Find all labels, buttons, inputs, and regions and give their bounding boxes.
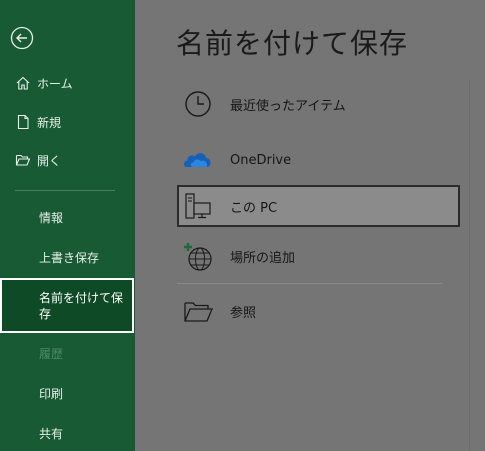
clock-icon [185, 91, 211, 117]
sidebar-item-save-as[interactable]: 名前を付けて保存 [0, 278, 134, 333]
location-this-pc[interactable]: この PC [177, 185, 460, 227]
backstage-sidebar: ホーム 新規 開く 情報 上書き保存 名前を付けて保存 履歴 印刷 共有 [0, 0, 135, 451]
sidebar-item-share[interactable]: 共有 [0, 420, 135, 446]
column-divider [469, 80, 470, 451]
sidebar-item-info[interactable]: 情報 [0, 204, 135, 230]
this-pc-icon [185, 193, 211, 219]
sidebar-item-label: 共有 [39, 426, 64, 441]
location-label: 参照 [230, 305, 257, 321]
sidebar-item-label: ホーム [37, 76, 73, 91]
location-onedrive[interactable]: OneDrive [177, 139, 460, 181]
location-label: 場所の追加 [230, 250, 296, 266]
page-title: 名前を付けて保存 [176, 27, 409, 60]
location-add-place[interactable]: 場所の追加 [177, 235, 460, 277]
home-icon [16, 76, 30, 90]
sidebar-item-home[interactable]: ホーム [0, 70, 135, 96]
sidebar-item-label: 新規 [37, 115, 62, 130]
sidebar-item-print[interactable]: 印刷 [0, 380, 135, 406]
sidebar-item-label: 名前を付けて保存 [39, 291, 124, 321]
sidebar-item-label: 印刷 [39, 386, 64, 401]
browse-folder-icon [184, 302, 213, 322]
open-folder-icon [15, 154, 31, 166]
sidebar-item-label: 上書き保存 [39, 250, 100, 265]
sidebar-item-label: 開く [37, 153, 62, 168]
location-recent[interactable]: 最近使ったアイテム [177, 83, 460, 125]
onedrive-cloud-icon [184, 153, 211, 167]
sidebar-item-new[interactable]: 新規 [0, 109, 135, 135]
location-label: 最近使ったアイテム [230, 98, 346, 114]
sidebar-item-label: 情報 [39, 210, 64, 225]
sidebar-item-label: 履歴 [39, 346, 64, 361]
new-document-icon [17, 114, 29, 130]
sidebar-item-open[interactable]: 開く [0, 147, 135, 173]
sidebar-item-save[interactable]: 上書き保存 [0, 244, 135, 270]
add-place-globe-icon [184, 243, 212, 271]
location-label: OneDrive [230, 152, 292, 168]
locations-separator [177, 283, 442, 284]
back-arrow-icon[interactable] [10, 26, 34, 50]
sidebar-item-history: 履歴 [0, 340, 135, 366]
location-browse[interactable]: 参照 [177, 290, 460, 332]
sidebar-divider [15, 190, 115, 191]
location-label: この PC [230, 200, 278, 216]
backstage-view: ホーム 新規 開く 情報 上書き保存 名前を付けて保存 履歴 印刷 共有 名前を… [0, 0, 485, 451]
